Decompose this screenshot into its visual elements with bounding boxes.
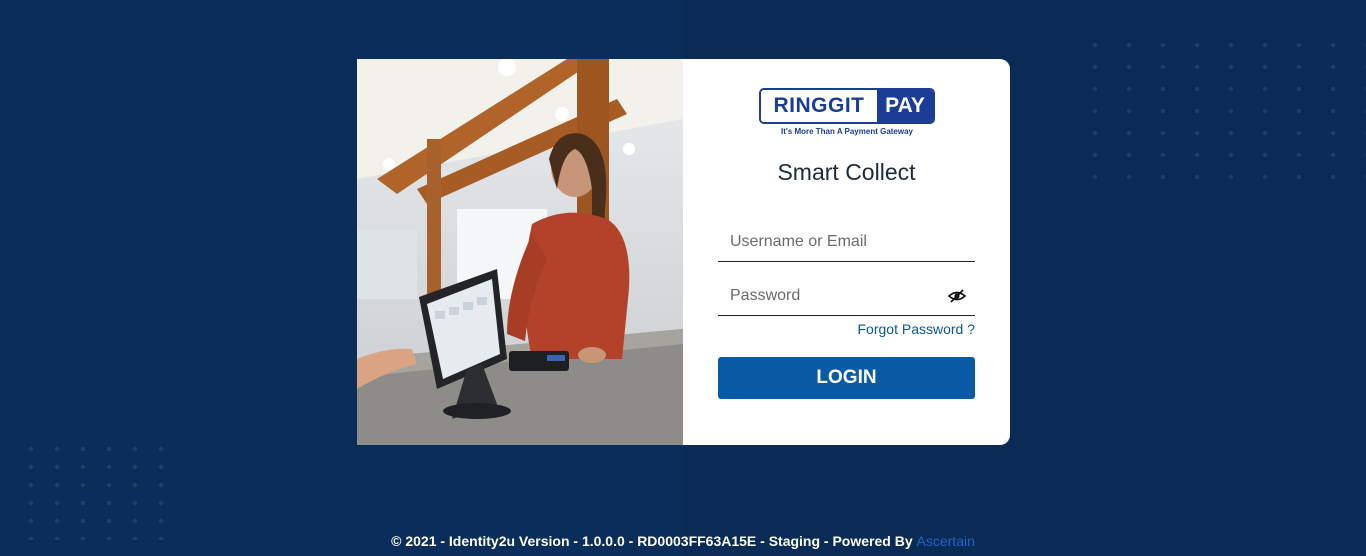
username-field [718, 224, 975, 262]
cafe-payment-photo [357, 59, 683, 445]
logo-ringgit-text: RINGGIT [761, 90, 877, 122]
login-button[interactable]: LOGIN [718, 357, 975, 399]
footer-text: © 2021 - Identity2u Version - 1.0.0.0 - … [391, 533, 917, 549]
logo-pay-text: PAY [877, 90, 933, 122]
password-input[interactable] [718, 278, 975, 314]
decorative-dot-grid [1078, 34, 1366, 192]
password-field [718, 278, 975, 316]
login-panel: RINGGIT PAY It's More Than A Payment Gat… [683, 59, 1010, 445]
decorative-dot-grid [18, 440, 178, 540]
ascertain-link[interactable]: Ascertain [917, 533, 975, 549]
login-card: RINGGIT PAY It's More Than A Payment Gat… [357, 59, 1010, 445]
page-title: Smart Collect [777, 159, 916, 185]
eye-slash-icon[interactable] [947, 288, 967, 304]
logo-tagline: It's More Than A Payment Gateway [780, 127, 913, 136]
hero-photo [357, 59, 683, 445]
ringgitpay-logo: RINGGIT PAY It's More Than A Payment Gat… [759, 88, 935, 136]
footer: © 2021 - Identity2u Version - 1.0.0.0 - … [0, 533, 1366, 549]
username-input[interactable] [718, 224, 975, 260]
forgot-password-link[interactable]: Forgot Password ? [858, 321, 976, 337]
logo-wordmark: RINGGIT PAY [759, 88, 935, 124]
